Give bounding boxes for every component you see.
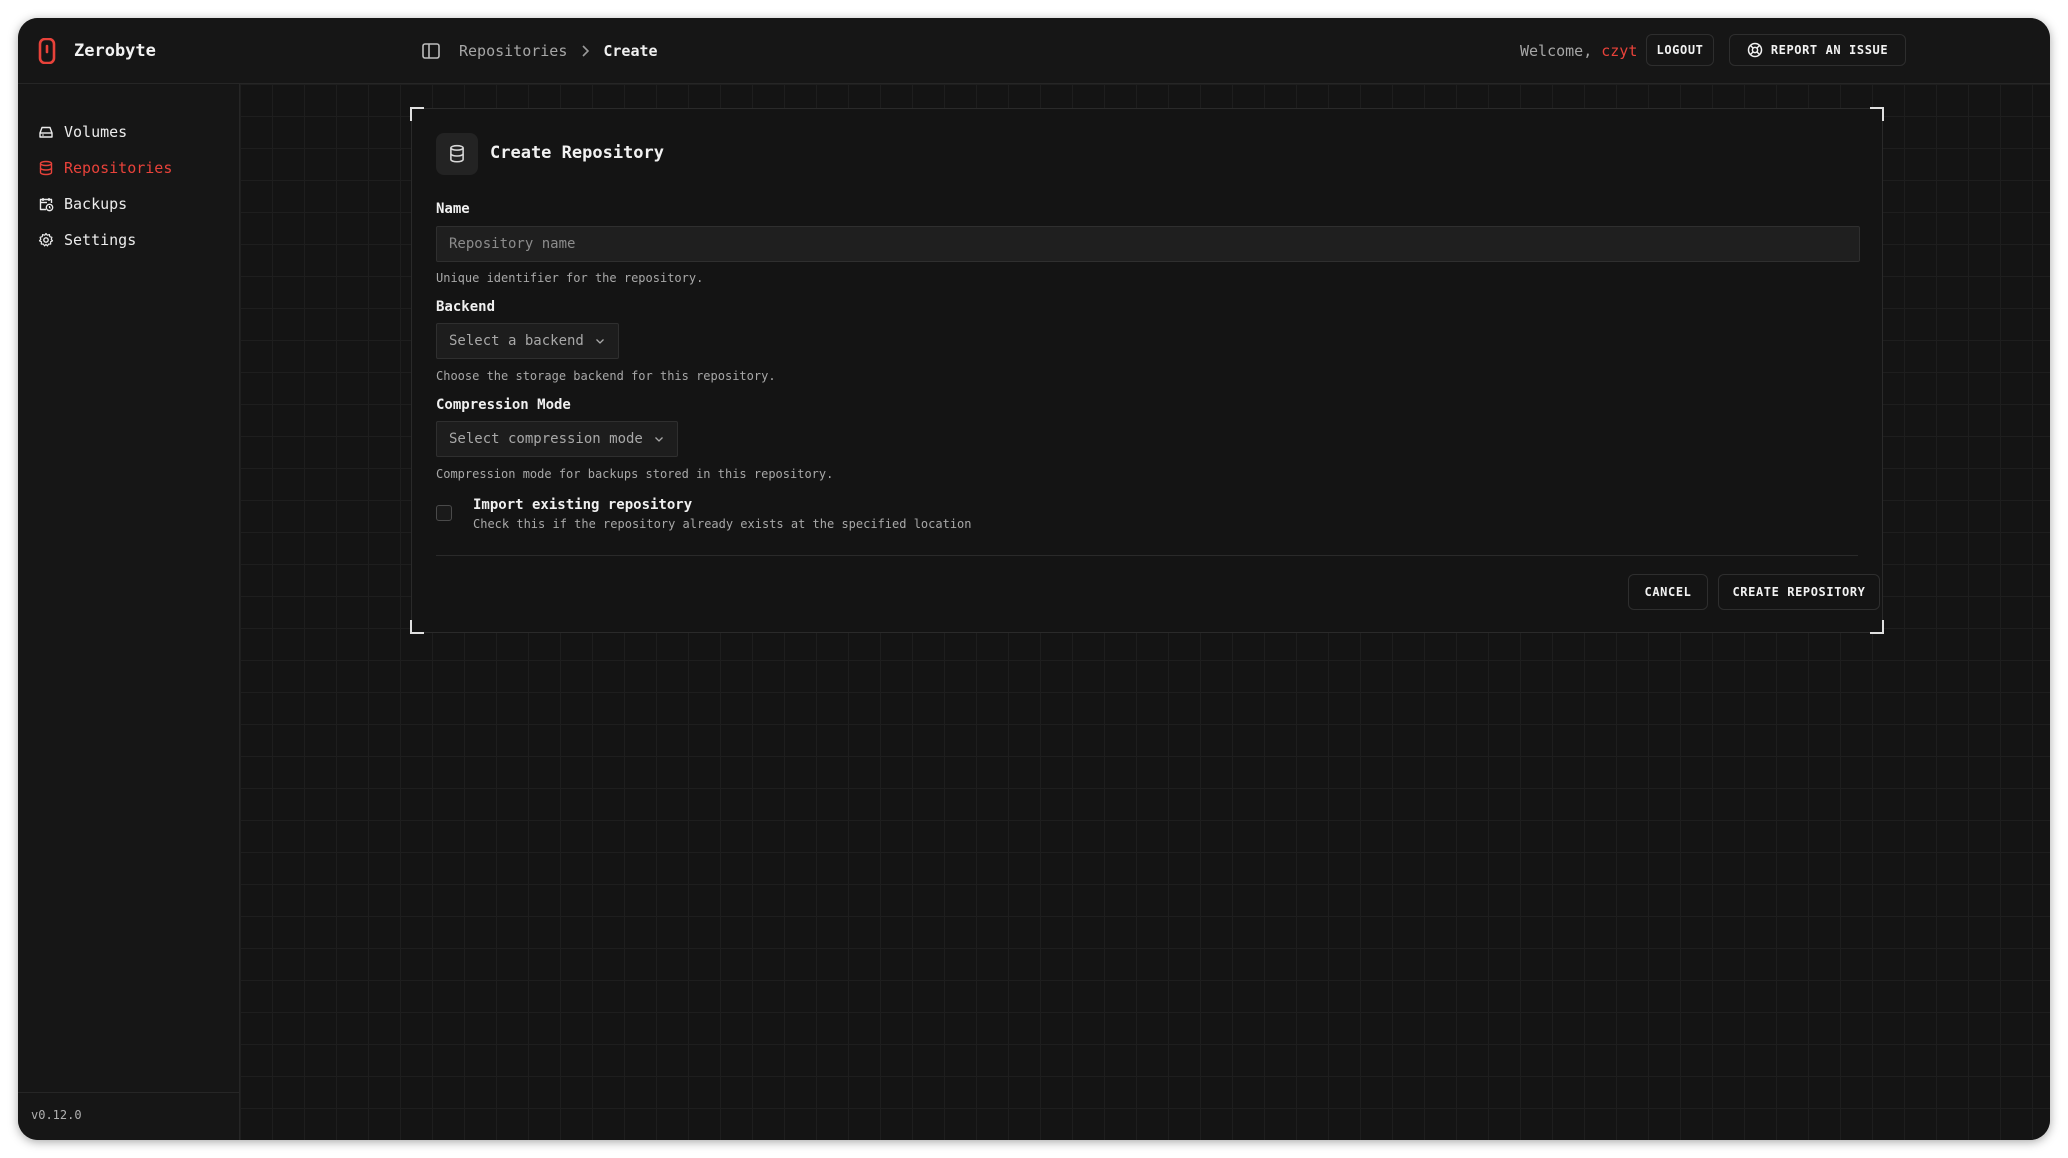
report-issue-label: REPORT AN ISSUE	[1770, 43, 1889, 57]
database-icon	[450, 144, 464, 163]
version-footer: v0.12.0	[18, 1092, 239, 1140]
app-name: Zerobyte	[74, 41, 156, 61]
backend-select-value: Select a backend	[449, 333, 584, 349]
breadcrumb-current: Create	[603, 42, 658, 60]
username: czyt	[1601, 42, 1638, 60]
database-icon	[39, 160, 53, 176]
create-repository-button[interactable]: CREATE REPOSITORY	[1718, 574, 1880, 610]
brand[interactable]: Zerobyte	[38, 34, 156, 68]
sidebar-item-label: Backups	[64, 195, 128, 213]
card-corner	[410, 620, 424, 634]
sidebar-toggle-icon[interactable]	[420, 40, 442, 62]
import-existing-description: Check this if the repository already exi…	[473, 517, 972, 531]
breadcrumb-repositories-link[interactable]: Repositories	[459, 42, 567, 60]
calendar-clock-icon	[39, 198, 54, 212]
compression-mode-select[interactable]: Select compression mode	[436, 421, 678, 457]
sidebar-item-label: Volumes	[64, 123, 128, 141]
backend-helper: Choose the storage backend for this repo…	[436, 369, 776, 383]
backend-select[interactable]: Select a backend	[436, 323, 619, 359]
backend-label: Backend	[436, 299, 496, 315]
hard-drive-icon	[39, 126, 53, 138]
welcome-text: Welcome,	[1520, 42, 1593, 60]
sidebar-item-label: Settings	[64, 231, 137, 249]
zerobyte-logo-icon	[38, 38, 56, 64]
chevron-right-icon	[582, 45, 590, 57]
lifebuoy-icon	[1747, 42, 1763, 58]
import-existing-label[interactable]: Import existing repository	[473, 497, 692, 513]
card-title: Create Repository	[490, 143, 664, 163]
cancel-button[interactable]: CANCEL	[1628, 574, 1708, 610]
sidebar-item-label: Repositories	[64, 159, 173, 177]
card-corner	[1870, 620, 1884, 634]
sidebar-item-backups[interactable]: Backups	[38, 192, 127, 216]
card-corner	[410, 107, 424, 121]
report-issue-button[interactable]: REPORT AN ISSUE	[1729, 34, 1906, 66]
logout-button[interactable]: LOGOUT	[1646, 34, 1714, 66]
compression-select-value: Select compression mode	[449, 431, 643, 447]
chevron-down-icon	[654, 437, 663, 442]
create-repository-label: CREATE REPOSITORY	[1732, 585, 1866, 599]
sidebar-item-repositories[interactable]: Repositories	[38, 156, 172, 180]
sidebar: Volumes Repositories Backups Settings v0…	[18, 84, 240, 1140]
gear-icon	[38, 232, 54, 247]
import-existing-checkbox[interactable]	[436, 505, 452, 521]
app-window: Zerobyte Repositories Create Welcome, cz…	[18, 18, 2050, 1140]
name-label: Name	[436, 201, 470, 217]
app-version: v0.12.0	[31, 1108, 82, 1122]
cancel-label: CANCEL	[1644, 585, 1692, 599]
sidebar-item-volumes[interactable]: Volumes	[38, 120, 127, 144]
logout-label: LOGOUT	[1656, 43, 1704, 57]
form-divider	[436, 555, 1858, 556]
top-bar: Zerobyte Repositories Create Welcome, cz…	[18, 18, 2050, 84]
welcome-message: Welcome, czyt	[1520, 40, 1637, 62]
chevron-down-icon	[595, 339, 604, 344]
create-repository-card: Create Repository Name Unique identifier…	[410, 107, 1884, 634]
compression-helper: Compression mode for backups stored in t…	[436, 467, 834, 481]
card-corner	[1870, 107, 1884, 121]
sidebar-item-settings[interactable]: Settings	[38, 228, 136, 252]
card-title-icon-box	[436, 133, 478, 175]
repository-name-input[interactable]	[436, 226, 1860, 262]
breadcrumb: Repositories Create	[459, 40, 658, 62]
compression-label: Compression Mode	[436, 397, 571, 413]
name-helper: Unique identifier for the repository.	[436, 271, 704, 285]
